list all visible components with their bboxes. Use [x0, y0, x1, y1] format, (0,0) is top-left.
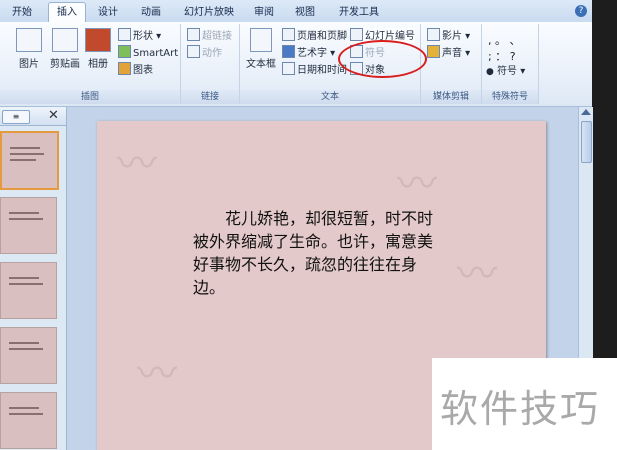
- group-label-links: 链接: [181, 90, 239, 104]
- tab-design[interactable]: 设计: [90, 3, 126, 22]
- chart-button[interactable]: 图表: [118, 62, 153, 77]
- tab-developer[interactable]: 开发工具: [334, 3, 384, 22]
- shapes-button[interactable]: 形状 ▾: [118, 28, 161, 43]
- special-symbol-label: 符号: [497, 66, 518, 77]
- calendar-icon: [282, 62, 295, 75]
- tab-animation[interactable]: 动画: [133, 3, 169, 22]
- hyperlink-label: 超链接: [202, 31, 232, 42]
- slide-thumbnail[interactable]: [0, 131, 59, 190]
- slide-thumbnail[interactable]: [0, 392, 57, 449]
- slide-thumbnail[interactable]: [0, 262, 57, 319]
- smartart-label: SmartArt: [133, 48, 179, 59]
- hyperlink-icon: [187, 28, 200, 41]
- header-footer-button[interactable]: 页眉和页脚: [282, 28, 347, 43]
- movie-button[interactable]: 影片 ▾: [427, 28, 470, 43]
- hyperlink-button[interactable]: 超链接: [187, 28, 232, 43]
- album-label: 相册: [88, 59, 108, 70]
- group-special-symbols: , 。 、 ; ： ? ● 符号 ▾ 特殊符号: [482, 24, 539, 104]
- slide-number-icon: [350, 28, 363, 41]
- panel-tabs: ≡ ✕: [0, 107, 66, 126]
- group-label-media: 媒体剪辑: [421, 90, 481, 104]
- action-icon: [187, 45, 200, 58]
- clipart-label: 剪贴画: [50, 59, 80, 70]
- group-media: 影片 ▾ 声音 ▾ 媒体剪辑: [421, 24, 482, 104]
- tab-insert[interactable]: 插入: [48, 2, 86, 22]
- wordart-icon: [282, 45, 295, 58]
- outline-tab[interactable]: ≡: [2, 110, 30, 124]
- tab-view[interactable]: 视图: [290, 3, 320, 22]
- background-edge: [592, 0, 617, 358]
- scroll-up-icon[interactable]: [581, 109, 591, 115]
- group-links: 超链接 动作 链接: [181, 24, 240, 104]
- tab-slideshow[interactable]: 幻灯片放映: [178, 3, 240, 22]
- special-symbol-button[interactable]: ● 符号 ▾: [486, 64, 525, 79]
- picture-icon: [16, 28, 42, 52]
- movie-icon: [427, 28, 440, 41]
- header-footer-label: 页眉和页脚: [297, 31, 347, 42]
- group-label-special: 特殊符号: [482, 90, 538, 104]
- tab-home[interactable]: 开始: [4, 3, 40, 22]
- tab-review[interactable]: 审阅: [249, 3, 279, 22]
- slides-panel: ≡ ✕: [0, 107, 67, 450]
- ribbon: 图片 剪贴画 相册 形状 ▾ SmartArt 图表 插图 超链接 动作 链接 …: [0, 22, 592, 107]
- punctuation-row-2[interactable]: ; ： ?: [488, 48, 516, 64]
- textbox-button[interactable]: 文本框: [244, 28, 278, 70]
- chart-label: 图表: [133, 65, 153, 76]
- textbox-icon: [250, 28, 272, 52]
- watermark-text: 软件技巧: [440, 387, 601, 431]
- textbox-label: 文本框: [246, 59, 276, 70]
- sound-label: 声音: [442, 48, 462, 59]
- watermark-box: 软件技巧: [432, 358, 617, 450]
- group-label-illustrations: 插图: [0, 90, 180, 104]
- smartart-button[interactable]: SmartArt: [118, 45, 178, 60]
- action-label: 动作: [202, 48, 222, 59]
- album-button[interactable]: 相册: [84, 28, 112, 70]
- shapes-label: 形状: [133, 31, 153, 42]
- close-icon[interactable]: ✕: [48, 108, 59, 123]
- movie-label: 影片: [442, 31, 462, 42]
- bullet-icon: ●: [486, 67, 494, 77]
- smartart-icon: [118, 45, 131, 58]
- wordart-label: 艺术字: [297, 48, 327, 59]
- sound-button[interactable]: 声音 ▾: [427, 45, 470, 60]
- ribbon-tab-bar: 开始 插入 设计 动画 幻灯片放映 审阅 视图 开发工具 ?: [0, 0, 592, 23]
- header-footer-icon: [282, 28, 295, 41]
- slide-body-text[interactable]: 花儿娇艳，却很短暂，时不时被外界缩减了生命。也许，寓意美好事物不长久，疏忽的往往…: [193, 207, 443, 299]
- action-button[interactable]: 动作: [187, 45, 222, 60]
- picture-label: 图片: [19, 59, 39, 70]
- picture-button[interactable]: 图片: [14, 28, 44, 70]
- punctuation-row-1[interactable]: , 。 、: [488, 32, 521, 48]
- annotation-circle: [338, 40, 427, 78]
- shapes-icon: [118, 28, 131, 41]
- speaker-icon: [427, 45, 440, 58]
- datetime-label: 日期和时间: [297, 65, 347, 76]
- scroll-thumb[interactable]: [581, 121, 592, 163]
- wordart-button[interactable]: 艺术字 ▾: [282, 45, 335, 60]
- chart-icon: [118, 62, 131, 75]
- group-illustrations: 图片 剪贴画 相册 形状 ▾ SmartArt 图表 插图: [0, 24, 181, 104]
- slide-thumbnail[interactable]: [0, 327, 57, 384]
- clipart-button[interactable]: 剪贴画: [48, 28, 82, 70]
- datetime-button[interactable]: 日期和时间: [282, 62, 347, 77]
- slide-thumbnail[interactable]: [0, 197, 57, 254]
- clipart-icon: [52, 28, 78, 52]
- album-icon: [85, 28, 111, 52]
- group-label-text: 文本: [240, 90, 420, 104]
- help-icon[interactable]: ?: [575, 5, 587, 17]
